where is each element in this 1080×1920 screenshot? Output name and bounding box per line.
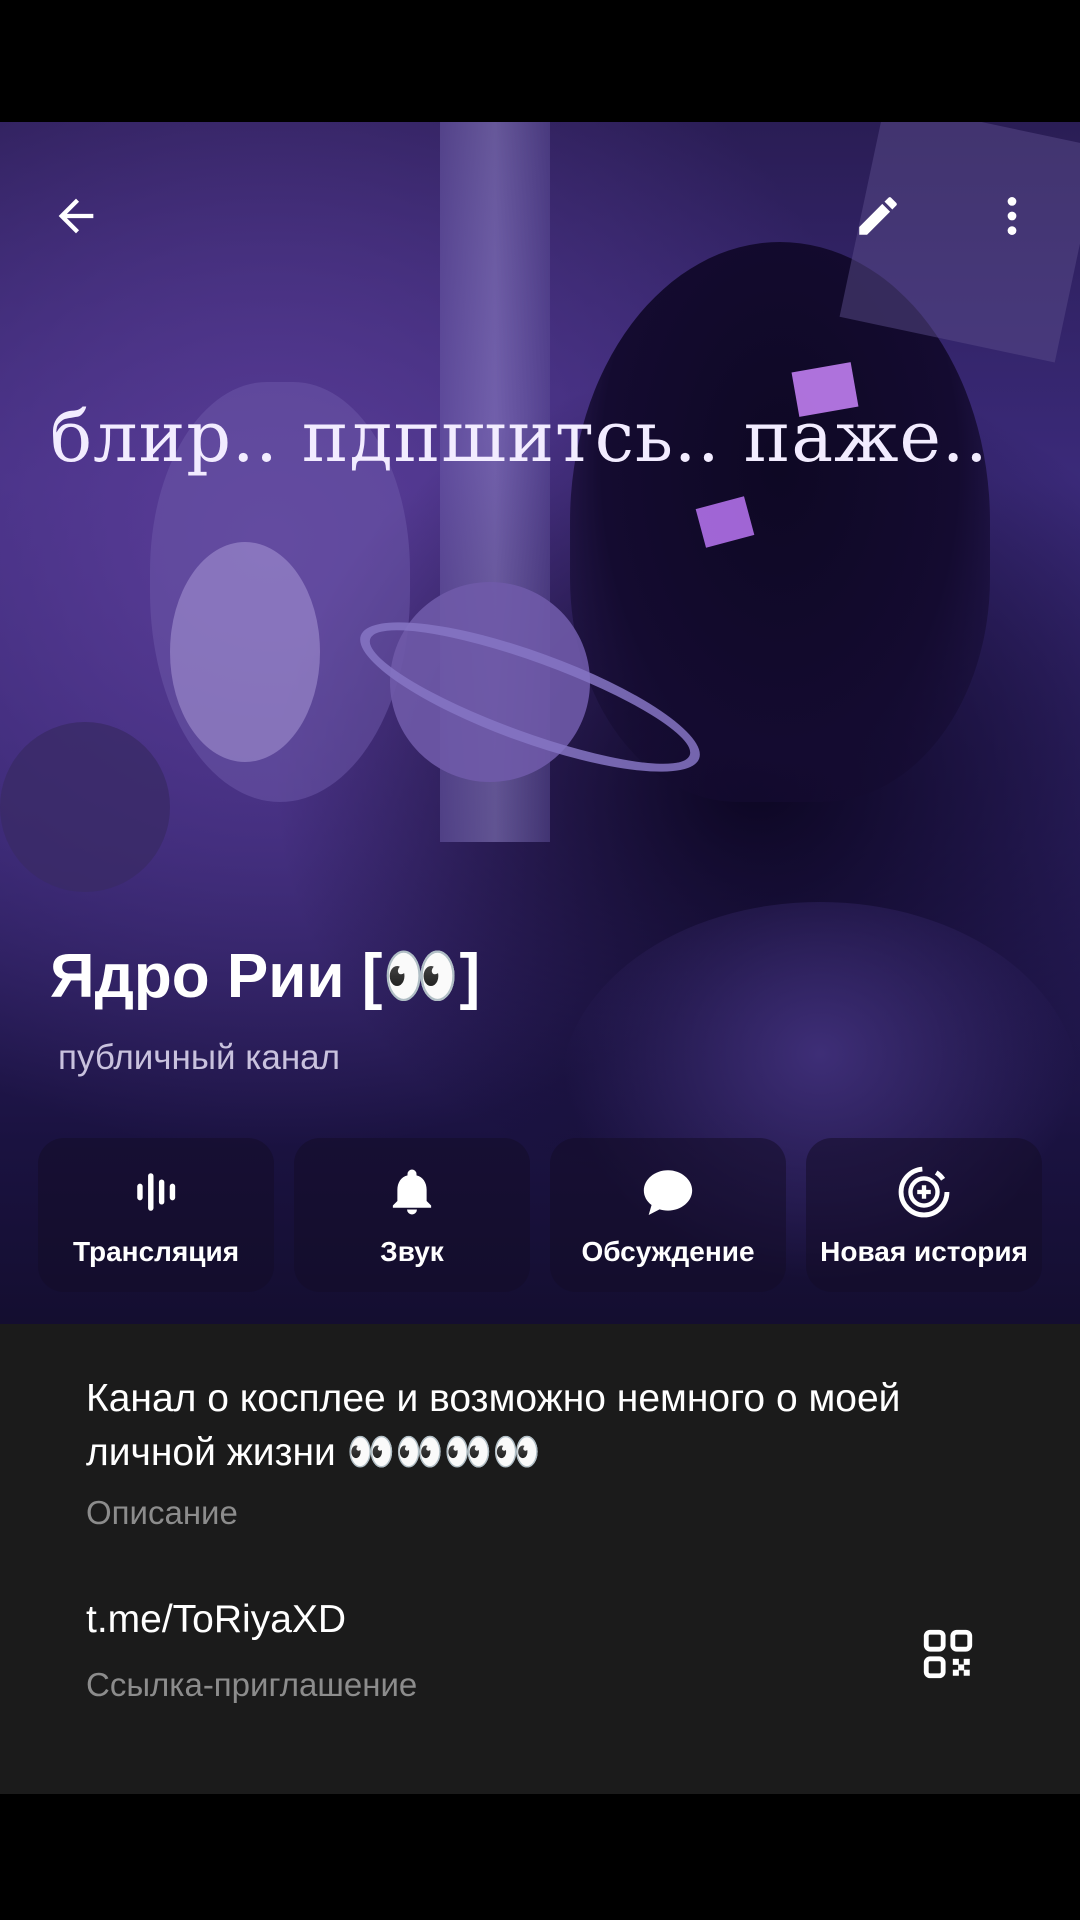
new-story-button[interactable]: Новая история <box>806 1138 1042 1292</box>
bottom-bar <box>0 1794 1080 1920</box>
edit-button[interactable] <box>842 180 914 252</box>
qr-code-icon <box>923 1629 973 1679</box>
add-story-icon <box>898 1166 950 1218</box>
action-label: Трансляция <box>72 1236 240 1267</box>
action-label: Звук <box>380 1236 444 1267</box>
channel-description: Канал о косплее и возможно немного о мое… <box>86 1377 901 1474</box>
channel-type-label: публичный канал <box>58 1038 341 1077</box>
more-options-button[interactable] <box>976 180 1048 252</box>
arrow-left-icon <box>58 198 94 234</box>
action-label: Обсуждение <box>581 1236 755 1267</box>
description-label: Описание <box>86 1494 238 1531</box>
action-label: Новая история <box>820 1236 1028 1267</box>
qr-code-button[interactable] <box>912 1618 984 1690</box>
chat-bubble-icon <box>643 1170 693 1215</box>
bell-icon <box>392 1169 432 1215</box>
discussion-button[interactable]: Обсуждение <box>550 1138 786 1292</box>
more-vertical-icon <box>1007 197 1017 235</box>
back-button[interactable] <box>40 180 112 252</box>
live-stream-icon <box>137 1173 176 1211</box>
pencil-icon <box>859 197 897 235</box>
invite-link[interactable]: t.me/ToRiyaXD <box>86 1598 346 1642</box>
channel-title: Ядро Рии [👀] <box>50 942 481 1011</box>
cover-caption: блир.. пдпшитсь.. паже.. <box>50 396 989 478</box>
status-bar <box>0 0 1080 122</box>
live-stream-button[interactable]: Трансляция <box>38 1138 274 1292</box>
sound-button[interactable]: Звук <box>294 1138 530 1292</box>
cover-decoration <box>170 542 320 762</box>
cover-decoration <box>0 722 170 892</box>
invite-link-label: Ссылка-приглашение <box>86 1666 418 1703</box>
action-bar: Трансляция Звук Обсуждение Новая история <box>38 1138 1042 1292</box>
